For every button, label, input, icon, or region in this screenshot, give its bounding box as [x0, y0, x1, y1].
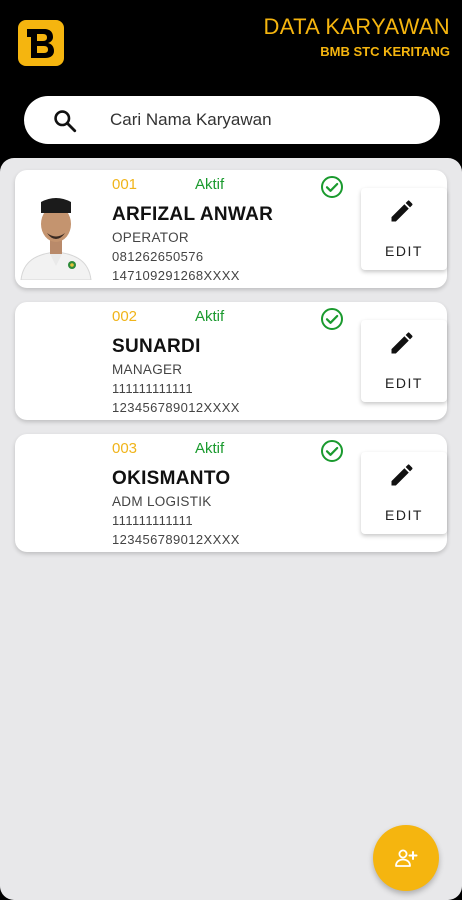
edit-button-label: EDIT	[385, 375, 423, 391]
add-employee-button[interactable]	[373, 825, 439, 891]
employee-photo	[17, 180, 95, 280]
employee-phone: 081262650576	[112, 249, 204, 264]
check-circle-icon	[321, 176, 343, 198]
page-subtitle: BMB STC KERITANG	[320, 44, 450, 59]
employee-name: OKISMANTO	[112, 468, 231, 489]
employee-code: 001	[112, 176, 138, 193]
b-logo-icon	[18, 20, 64, 66]
edit-button-label: EDIT	[385, 243, 423, 259]
employee-role: MANAGER	[112, 362, 183, 377]
check-circle-icon	[321, 440, 343, 462]
search-bar[interactable]	[24, 96, 440, 144]
employee-phone: 111111111111	[112, 381, 193, 396]
pencil-icon	[391, 200, 413, 222]
employee-list[interactable]: 001 Aktif ARFIZAL ANWAR OPERATOR 0812626…	[0, 158, 462, 900]
employee-card[interactable]: 001 Aktif ARFIZAL ANWAR OPERATOR 0812626…	[15, 170, 447, 288]
employee-card[interactable]: 003 Aktif OKISMANTO ADM LOGISTIK 1111111…	[15, 434, 447, 552]
app-header: DATA KARYAWAN BMB STC KERITANG	[0, 0, 462, 158]
employee-name: SUNARDI	[112, 336, 201, 357]
employee-name: ARFIZAL ANWAR	[112, 204, 274, 225]
employee-role: OPERATOR	[112, 230, 189, 245]
edit-button[interactable]: EDIT	[361, 188, 447, 270]
employee-id-number: 123456789012XXXX	[112, 532, 240, 547]
employee-role: ADM LOGISTIK	[112, 494, 212, 509]
employee-phone: 111111111111	[112, 513, 193, 528]
pencil-icon	[391, 332, 413, 354]
pencil-icon	[391, 464, 413, 486]
edit-button-label: EDIT	[385, 507, 423, 523]
edit-button[interactable]: EDIT	[361, 452, 447, 534]
employee-status: Aktif	[195, 308, 225, 325]
employee-status: Aktif	[195, 440, 225, 457]
employee-code: 003	[112, 440, 138, 457]
employee-status: Aktif	[195, 176, 225, 193]
search-input[interactable]	[110, 106, 420, 134]
employee-card[interactable]: 002 Aktif SUNARDI MANAGER 111111111111 1…	[15, 302, 447, 420]
employee-id-number: 147109291268XXXX	[112, 268, 240, 283]
employee-id-number: 123456789012XXXX	[112, 400, 240, 415]
check-circle-icon	[321, 308, 343, 330]
search-icon[interactable]	[52, 108, 78, 134]
edit-button[interactable]: EDIT	[361, 320, 447, 402]
employee-code: 002	[112, 308, 138, 325]
add-person-icon	[395, 849, 418, 867]
page-title: DATA KARYAWAN	[263, 14, 450, 39]
